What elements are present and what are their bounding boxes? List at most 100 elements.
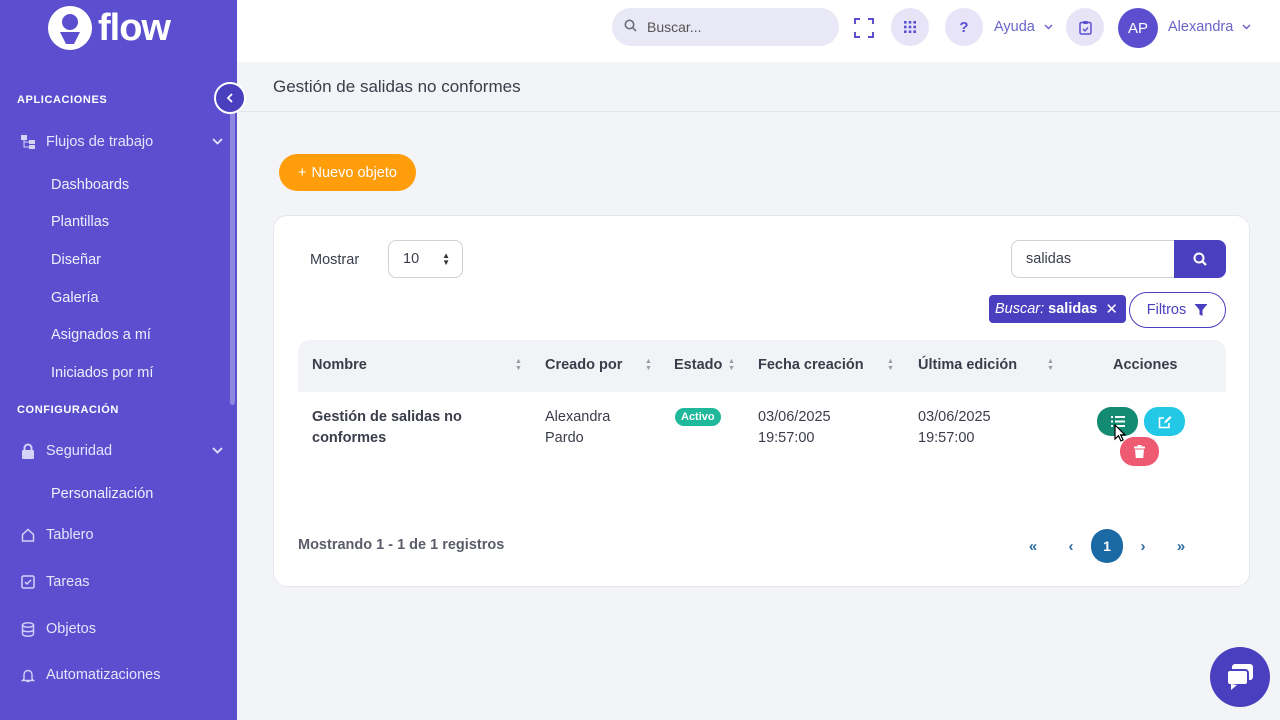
funnel-icon <box>1194 304 1208 316</box>
collapse-sidebar-button[interactable] <box>214 82 246 114</box>
page-current-button[interactable]: 1 <box>1091 529 1123 563</box>
sitemap-icon <box>20 134 36 150</box>
sort-icon[interactable]: ▲ ▼ <box>728 358 735 372</box>
user-menu[interactable]: Alexandra <box>1168 19 1251 35</box>
sidebar-item-seguridad[interactable]: Seguridad <box>20 443 223 459</box>
page-prev-button[interactable]: ‹ <box>1055 529 1087 563</box>
column-header-creado[interactable]: Creado por <box>545 357 622 373</box>
sidebar-item-iniciados[interactable]: Iniciados por mí <box>51 365 153 381</box>
sidebar-item-label: Flujos de trabajo <box>46 134 154 150</box>
user-name: Alexandra <box>1168 19 1234 35</box>
page-title: Gestión de salidas no conformes <box>273 77 521 96</box>
section-aplicaciones: APLICACIONES <box>17 94 108 106</box>
chevron-down-icon <box>1242 24 1251 30</box>
sidebar: flow APLICACIONES Flujos de trabajo Dash… <box>0 0 237 720</box>
cell-creado: Alexandra Pardo <box>545 407 610 449</box>
status-badge: Activo <box>675 408 721 426</box>
filters-button[interactable]: Filtros <box>1129 292 1226 328</box>
page-last-button[interactable]: » <box>1165 529 1197 563</box>
trash-icon <box>1134 445 1145 458</box>
cell-ultima-edicion: 03/06/2025 19:57:00 <box>918 407 991 449</box>
sidebar-item-dashboards[interactable]: Dashboards <box>51 177 129 193</box>
cell-creado-line1: Alexandra <box>545 409 611 425</box>
help-menu[interactable]: Ayuda <box>994 19 1053 35</box>
records-info: Mostrando 1 - 1 de 1 registros <box>298 537 505 553</box>
active-filter-chip: Buscar: salidas ✕ <box>989 295 1126 323</box>
column-header-acciones: Acciones <box>1113 357 1178 373</box>
sort-icon[interactable]: ▲ ▼ <box>887 358 894 372</box>
show-label: Mostrar <box>310 252 360 268</box>
sidebar-item-label: Seguridad <box>46 443 113 459</box>
objects-table-card: Mostrar 10 ▲ ▼ salidas Buscar: salidas ✕ … <box>273 215 1250 587</box>
cell-fecha-date: 03/06/2025 <box>758 409 831 425</box>
sort-icon[interactable]: ▲ ▼ <box>645 358 652 372</box>
avatar[interactable]: AP <box>1118 8 1158 48</box>
fullscreen-icon[interactable] <box>854 18 874 38</box>
database-icon <box>20 621 36 637</box>
table-search-button[interactable] <box>1174 240 1226 278</box>
sidebar-item-label: Objetos <box>46 621 96 637</box>
column-header-estado[interactable]: Estado <box>674 357 722 373</box>
help-label: Ayuda <box>994 19 1035 35</box>
grid-icon <box>904 21 916 33</box>
checkbox-icon <box>20 574 36 590</box>
cell-nombre[interactable]: Gestión de salidas no conformes <box>312 407 512 449</box>
edit-icon <box>1158 415 1171 428</box>
sidebar-item-disenar[interactable]: Diseñar <box>51 252 101 268</box>
chip-prefix: Buscar: <box>995 301 1045 317</box>
mouse-cursor-icon <box>1114 424 1126 442</box>
column-header-nombre[interactable]: Nombre <box>312 357 367 373</box>
sidebar-item-galeria[interactable]: Galería <box>51 290 99 306</box>
column-header-edicion[interactable]: Última edición <box>918 357 1017 373</box>
table-header: Nombre ▲ ▼ Creado por ▲ ▼ Estado ▲ ▼ Fecha … <box>298 340 1226 392</box>
logo-text: flow <box>98 6 171 49</box>
cell-nombre-line2: conformes <box>312 430 387 446</box>
sort-arrows-icon: ▲ ▼ <box>442 251 450 267</box>
question-icon: ? <box>959 18 969 36</box>
sidebar-item-flujos[interactable]: Flujos de trabajo <box>20 134 223 150</box>
divider <box>237 111 1280 112</box>
cell-fecha-creacion: 03/06/2025 19:57:00 <box>758 407 831 449</box>
apps-grid-button[interactable] <box>891 8 929 46</box>
clipboard-button[interactable] <box>1066 8 1104 46</box>
chevron-down-icon <box>212 445 223 457</box>
page-first-button[interactable]: « <box>1017 529 1049 563</box>
logo-icon <box>48 6 92 50</box>
cell-creado-line2: Pardo <box>545 430 584 446</box>
global-search[interactable] <box>612 8 839 46</box>
lock-icon <box>20 443 36 459</box>
new-object-label: Nuevo objeto <box>311 164 397 181</box>
page-size-select[interactable]: 10 ▲ ▼ <box>388 240 463 278</box>
chevron-down-icon <box>212 136 223 148</box>
topbar: ? Ayuda AP Alexandra <box>237 0 1280 62</box>
page-next-button[interactable]: › <box>1127 529 1159 563</box>
chat-button[interactable] <box>1210 647 1270 707</box>
sidebar-scrollbar[interactable] <box>230 105 235 405</box>
home-icon <box>20 527 36 543</box>
table-row: Gestión de salidas no conformes Alexandr… <box>298 392 1226 502</box>
sidebar-item-personalizacion[interactable]: Personalización <box>51 486 153 502</box>
remove-filter-icon[interactable]: ✕ <box>1105 300 1118 318</box>
sidebar-item-asignados[interactable]: Asignados a mí <box>51 327 151 343</box>
sort-icon[interactable]: ▲ ▼ <box>1047 358 1054 372</box>
global-search-input[interactable] <box>647 19 817 35</box>
sidebar-item-tareas[interactable]: Tareas <box>20 574 223 590</box>
sidebar-item-objetos[interactable]: Objetos <box>20 621 223 637</box>
chevron-left-icon <box>226 93 233 103</box>
sort-icon[interactable]: ▲ ▼ <box>515 358 522 372</box>
table-search-input[interactable]: salidas <box>1011 240 1176 278</box>
help-icon-button[interactable]: ? <box>945 8 983 46</box>
page-size-value: 10 <box>403 251 420 267</box>
bell-icon <box>20 667 36 683</box>
sidebar-item-tablero[interactable]: Tablero <box>20 527 223 543</box>
logo[interactable]: flow <box>48 6 171 50</box>
edit-button[interactable] <box>1144 407 1185 436</box>
sidebar-item-plantillas[interactable]: Plantillas <box>51 214 109 230</box>
chip-value: salidas <box>1048 301 1098 317</box>
sidebar-item-automatizaciones[interactable]: Automatizaciones <box>20 667 223 683</box>
cell-edicion-time: 19:57:00 <box>918 430 975 446</box>
column-header-fecha[interactable]: Fecha creación <box>758 357 864 373</box>
filters-label: Filtros <box>1146 302 1187 318</box>
new-object-button[interactable]: + Nuevo objeto <box>279 154 416 191</box>
chat-icon <box>1226 664 1253 690</box>
